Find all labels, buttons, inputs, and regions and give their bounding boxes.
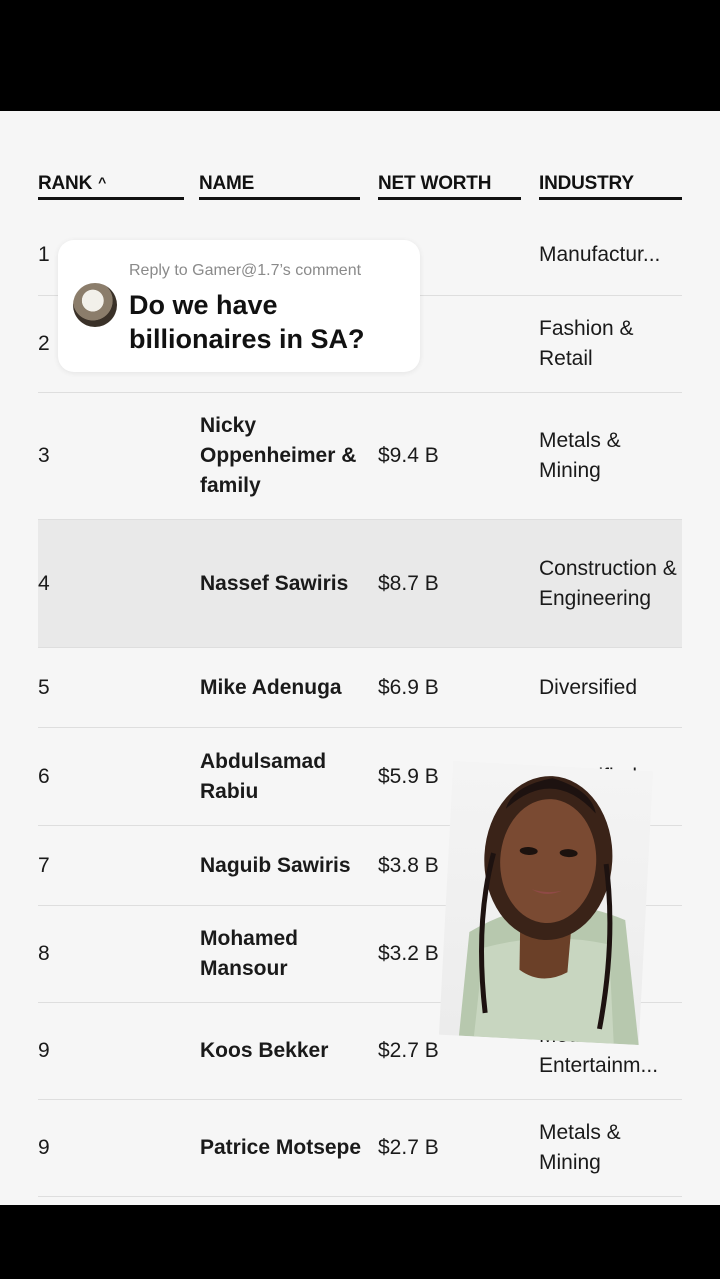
industry-cell: Manufactur... [539, 242, 661, 266]
name-cell: Koos Bekker [200, 1039, 329, 1062]
rank-cell: 9 [38, 1039, 50, 1062]
name-cell: Nassef Sawiris [200, 571, 349, 595]
rank-cell: 5 [38, 675, 50, 699]
industry-cell: Metals & Mining [539, 1121, 621, 1174]
net-worth-cell: $6.9 B [378, 675, 439, 699]
header-rank[interactable]: RANK ^ [38, 172, 184, 200]
rank-cell: 6 [38, 764, 50, 788]
header-industry[interactable]: INDUSTRY [539, 172, 682, 200]
table-row[interactable]: 4 Nassef Sawiris $8.7 B Construction & E… [38, 520, 682, 648]
reply-comment-text: Do we have billionaires in SA? [129, 290, 365, 354]
name-cell: Abdulsamad Rabiu [200, 749, 327, 803]
creator-video-overlay[interactable] [438, 760, 654, 1046]
rank-cell: 7 [38, 853, 50, 877]
header-rank-label: RANK [38, 173, 93, 194]
header-net-worth[interactable]: NET WORTH [378, 172, 521, 200]
table-row[interactable]: 9 Patrice Motsepe $2.7 B Metals & Mining [38, 1100, 682, 1197]
bottom-black-bar [0, 1205, 720, 1279]
sort-caret-icon: ^ [98, 174, 107, 190]
rank-cell: 3 [38, 444, 50, 467]
net-worth-cell: $2.7 B [378, 1136, 439, 1159]
table-row[interactable]: 3 Nicky Oppenheimer & family $9.4 B Meta… [38, 393, 682, 520]
industry-cell: Diversified [539, 675, 638, 699]
rank-cell: 8 [38, 942, 50, 965]
net-worth-cell: $8.7 B [378, 571, 439, 595]
industry-cell: Metals & Mining [539, 429, 621, 482]
reply-to-label: Reply to Gamer@1.7’s comment [129, 262, 362, 279]
rank-cell: 9 [38, 1136, 50, 1159]
name-cell: Patrice Motsepe [200, 1136, 362, 1159]
table-row[interactable]: 5 Mike Adenuga $6.9 B Diversified [38, 648, 682, 728]
name-cell: Naguib Sawiris [200, 853, 351, 877]
name-cell: Mohamed Mansour [200, 927, 299, 980]
top-black-bar [0, 0, 720, 111]
creator-video-icon [458, 776, 639, 1046]
industry-cell: Construction & Engineering [539, 556, 677, 610]
name-cell: Mike Adenuga [200, 675, 342, 699]
avatar [73, 283, 117, 327]
header-name[interactable]: NAME [199, 172, 360, 200]
industry-cell: Fashion & Retail [539, 317, 634, 370]
name-cell: Nicky Oppenheimer & family [200, 414, 357, 497]
net-worth-cell: $9.4 B [378, 444, 439, 467]
reply-comment-card[interactable]: Reply to Gamer@1.7’s comment Do we have … [58, 240, 420, 372]
rank-cell: 4 [38, 571, 50, 595]
